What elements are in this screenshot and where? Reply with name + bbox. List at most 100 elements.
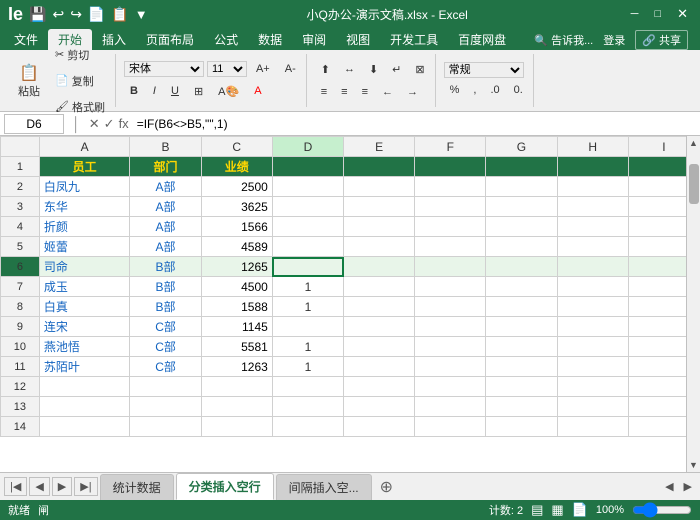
increase-font-btn[interactable]: A+ <box>250 59 276 79</box>
row-num-12[interactable]: 12 <box>1 377 40 397</box>
cell-E6[interactable] <box>344 257 415 277</box>
cell-E14[interactable] <box>344 417 415 437</box>
cell-F4[interactable] <box>415 217 486 237</box>
row-num-8[interactable]: 8 <box>1 297 40 317</box>
col-header-B[interactable]: B <box>130 137 201 157</box>
cell-E8[interactable] <box>344 297 415 317</box>
zoom-slider[interactable] <box>632 502 692 518</box>
cell-A5[interactable]: 姬蕾 <box>39 237 130 257</box>
tab-file[interactable]: 文件 <box>4 29 48 50</box>
cell-H10[interactable] <box>557 337 628 357</box>
scroll-thumb[interactable] <box>689 164 699 204</box>
cell-F1[interactable] <box>415 157 486 177</box>
cell-B14[interactable] <box>130 417 201 437</box>
cell-E9[interactable] <box>344 317 415 337</box>
cell-A6[interactable]: 司命 <box>39 257 130 277</box>
cell-E12[interactable] <box>344 377 415 397</box>
cell-H7[interactable] <box>557 277 628 297</box>
col-header-G[interactable]: G <box>486 137 557 157</box>
cell-A2[interactable]: 白凤九 <box>39 177 130 197</box>
cell-A11[interactable]: 苏陌叶 <box>39 357 130 377</box>
cell-D12[interactable] <box>272 377 343 397</box>
new-doc-icon[interactable]: 📄 <box>88 6 105 23</box>
cell-F7[interactable] <box>415 277 486 297</box>
cell-G4[interactable] <box>486 217 557 237</box>
cell-A1[interactable]: 员工 <box>39 157 130 177</box>
cell-G6[interactable] <box>486 257 557 277</box>
cell-F13[interactable] <box>415 397 486 417</box>
tab-formula[interactable]: 公式 <box>204 29 248 50</box>
cell-F3[interactable] <box>415 197 486 217</box>
col-header-H[interactable]: H <box>557 137 628 157</box>
col-header-D[interactable]: D <box>272 137 343 157</box>
paste-button[interactable]: 📋 粘贴 <box>12 59 46 103</box>
border-button[interactable]: ⊞ <box>188 81 209 102</box>
number-format-select[interactable]: 常规 <box>444 62 524 78</box>
cell-B12[interactable] <box>130 377 201 397</box>
view-normal-icon[interactable]: ▤ <box>531 502 543 518</box>
cell-F6[interactable] <box>415 257 486 277</box>
tab-baidu[interactable]: 百度网盘 <box>448 29 516 50</box>
decrease-font-btn[interactable]: A- <box>279 59 302 79</box>
cell-G2[interactable] <box>486 177 557 197</box>
cell-H4[interactable] <box>557 217 628 237</box>
align-top-btn[interactable]: ⬆ <box>315 59 336 80</box>
scroll-down-btn[interactable]: ▼ <box>687 458 700 472</box>
cell-E7[interactable] <box>344 277 415 297</box>
cell-F10[interactable] <box>415 337 486 357</box>
percent-btn[interactable]: % <box>444 80 466 100</box>
cell-E1[interactable] <box>344 157 415 177</box>
customize-qat-btn[interactable]: ▼ <box>135 7 148 22</box>
cell-C13[interactable] <box>201 397 272 417</box>
cell-B13[interactable] <box>130 397 201 417</box>
undo-icon[interactable]: ↩ <box>52 6 64 23</box>
sheet-nav-next-btn[interactable]: ▶ <box>52 477 72 496</box>
cell-D13[interactable] <box>272 397 343 417</box>
cell-A13[interactable] <box>39 397 130 417</box>
sheet-tab-interval-insert[interactable]: 间隔插入空... <box>276 474 372 500</box>
cell-C1[interactable]: 业绩 <box>201 157 272 177</box>
cell-C6[interactable]: 1265 <box>201 257 272 277</box>
tab-review[interactable]: 审阅 <box>292 29 336 50</box>
tab-page-layout[interactable]: 页面布局 <box>136 29 204 50</box>
wrap-text-btn[interactable]: ↵ <box>386 59 407 80</box>
tab-scroll-right-btn[interactable]: ▶ <box>680 478 696 495</box>
cell-F8[interactable] <box>415 297 486 317</box>
share-btn[interactable]: 🔗 共享 <box>635 30 688 50</box>
cell-D11[interactable]: 1 <box>272 357 343 377</box>
cell-D6[interactable] <box>272 257 343 277</box>
cell-B7[interactable]: B部 <box>130 277 201 297</box>
cell-H13[interactable] <box>557 397 628 417</box>
save-icon[interactable]: 💾 <box>29 6 46 23</box>
cell-G11[interactable] <box>486 357 557 377</box>
align-bottom-btn[interactable]: ⬇ <box>363 59 384 80</box>
cell-A7[interactable]: 成玉 <box>39 277 130 297</box>
cell-B4[interactable]: A部 <box>130 217 201 237</box>
cell-D5[interactable] <box>272 237 343 257</box>
cell-H2[interactable] <box>557 177 628 197</box>
cell-C14[interactable] <box>201 417 272 437</box>
formula-insert-fn-icon[interactable]: fx <box>119 116 129 131</box>
row-num-13[interactable]: 13 <box>1 397 40 417</box>
cell-F2[interactable] <box>415 177 486 197</box>
tab-developer[interactable]: 开发工具 <box>380 29 448 50</box>
tab-view[interactable]: 视图 <box>336 29 380 50</box>
cell-G8[interactable] <box>486 297 557 317</box>
cell-F11[interactable] <box>415 357 486 377</box>
sheet-tab-insert-rows[interactable]: 分类插入空行 <box>176 473 274 500</box>
view-page-break-icon[interactable]: 📄 <box>572 502 588 518</box>
cell-G14[interactable] <box>486 417 557 437</box>
bold-button[interactable]: B <box>124 81 144 102</box>
underline-button[interactable]: U <box>165 81 185 102</box>
tab-data[interactable]: 数据 <box>248 29 292 50</box>
login-btn[interactable]: 登录 <box>603 32 625 48</box>
align-left-btn[interactable]: ≡ <box>315 82 333 102</box>
col-header-E[interactable]: E <box>344 137 415 157</box>
cell-E11[interactable] <box>344 357 415 377</box>
row-num-5[interactable]: 5 <box>1 237 40 257</box>
cell-E10[interactable] <box>344 337 415 357</box>
maximize-button[interactable]: □ <box>650 6 665 22</box>
cell-E13[interactable] <box>344 397 415 417</box>
align-middle-btn[interactable]: ↔ <box>338 59 361 80</box>
cell-D10[interactable]: 1 <box>272 337 343 357</box>
